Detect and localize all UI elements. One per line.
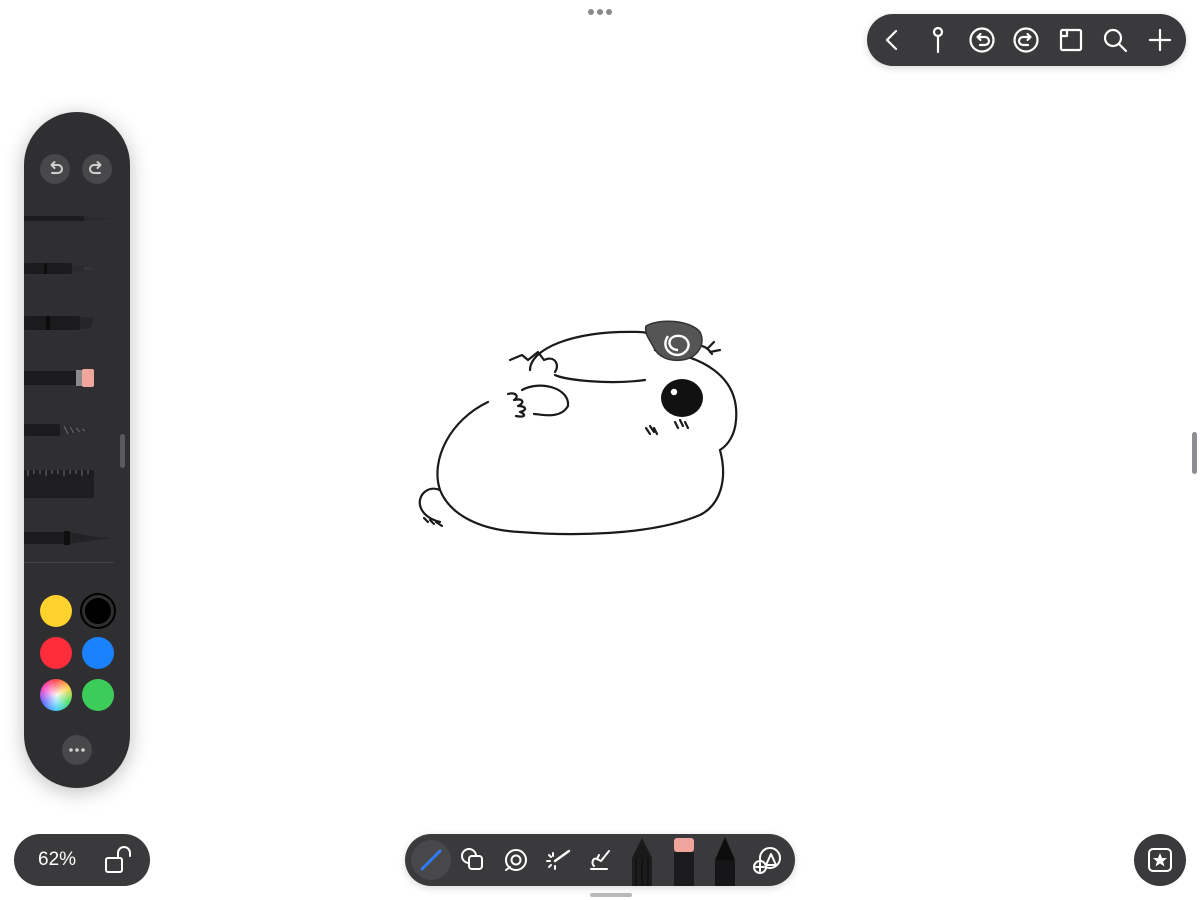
palette-resize-handle[interactable] — [120, 434, 125, 468]
zoom-pill[interactable]: 62% — [14, 834, 150, 886]
color-wheel-swatch[interactable] — [40, 679, 72, 711]
pen-brush[interactable] — [711, 836, 739, 886]
dot — [606, 9, 612, 15]
fill-tool-button[interactable] — [495, 840, 535, 880]
favorites-button[interactable] — [1134, 834, 1186, 886]
bottom-toolbar — [405, 834, 795, 886]
palette-undo-button[interactable] — [40, 154, 70, 184]
undo-circle-icon — [969, 27, 995, 53]
shapes-icon — [461, 848, 483, 870]
pencil-tool[interactable] — [24, 212, 120, 224]
back-button[interactable] — [873, 20, 913, 60]
shapes-tool-button[interactable] — [453, 840, 493, 880]
draw-tool-button[interactable] — [411, 840, 451, 880]
pin-icon — [932, 26, 943, 54]
add-button[interactable] — [1140, 20, 1180, 60]
unlock-icon[interactable] — [104, 846, 134, 874]
add-shape-icon — [753, 847, 781, 874]
color-swatch-black[interactable] — [82, 595, 114, 627]
search-icon — [1104, 28, 1128, 53]
smudge-icon — [590, 850, 610, 870]
color-swatch-green[interactable] — [82, 679, 114, 711]
canvas-bunny-sketch[interactable] — [410, 310, 750, 550]
top-toolbar — [867, 14, 1186, 66]
color-swatch-blue[interactable] — [82, 637, 114, 669]
ruler-tool[interactable] — [24, 466, 120, 500]
undo-icon — [50, 161, 63, 174]
fill-icon — [505, 849, 527, 871]
palette-more-button[interactable] — [62, 735, 92, 765]
color-swatch-red[interactable] — [40, 637, 72, 669]
canvas-button[interactable] — [1051, 20, 1091, 60]
pencil-tool-icon — [420, 849, 442, 871]
add-shape-button[interactable] — [747, 840, 787, 880]
redo-icon — [89, 161, 102, 174]
add-icon — [1148, 28, 1171, 52]
pencil-brush[interactable] — [628, 836, 656, 886]
home-indicator — [590, 893, 632, 897]
pin-button[interactable] — [918, 20, 958, 60]
dot — [588, 9, 594, 15]
side-panel-handle[interactable] — [1192, 432, 1197, 474]
palette-divider — [24, 562, 114, 563]
undo-button[interactable] — [962, 20, 1002, 60]
zoom-level: 62% — [38, 849, 77, 870]
palette-redo-button[interactable] — [82, 154, 112, 184]
eraser-brush[interactable] — [671, 836, 697, 886]
magic-wand-icon — [546, 849, 571, 870]
airbrush-tool[interactable] — [24, 420, 120, 440]
back-chevron-icon — [886, 29, 898, 51]
smudge-tool-button[interactable] — [579, 840, 619, 880]
multitasking-dots[interactable] — [586, 8, 614, 16]
magic-wand-button[interactable] — [537, 840, 577, 880]
dot — [597, 9, 603, 15]
redo-circle-icon — [1013, 27, 1040, 53]
star-icon — [1148, 848, 1172, 872]
search-button[interactable] — [1095, 20, 1135, 60]
color-swatch-yellow[interactable] — [40, 595, 72, 627]
more-icon — [69, 748, 85, 752]
tool-palette — [24, 112, 130, 788]
eraser-tool[interactable] — [24, 367, 120, 389]
marker-tool[interactable] — [24, 312, 120, 334]
canvas-frame-icon — [1059, 28, 1082, 52]
fine-liner-tool[interactable] — [24, 258, 120, 278]
brush-pen-tool[interactable] — [24, 527, 120, 549]
redo-button[interactable] — [1006, 20, 1046, 60]
